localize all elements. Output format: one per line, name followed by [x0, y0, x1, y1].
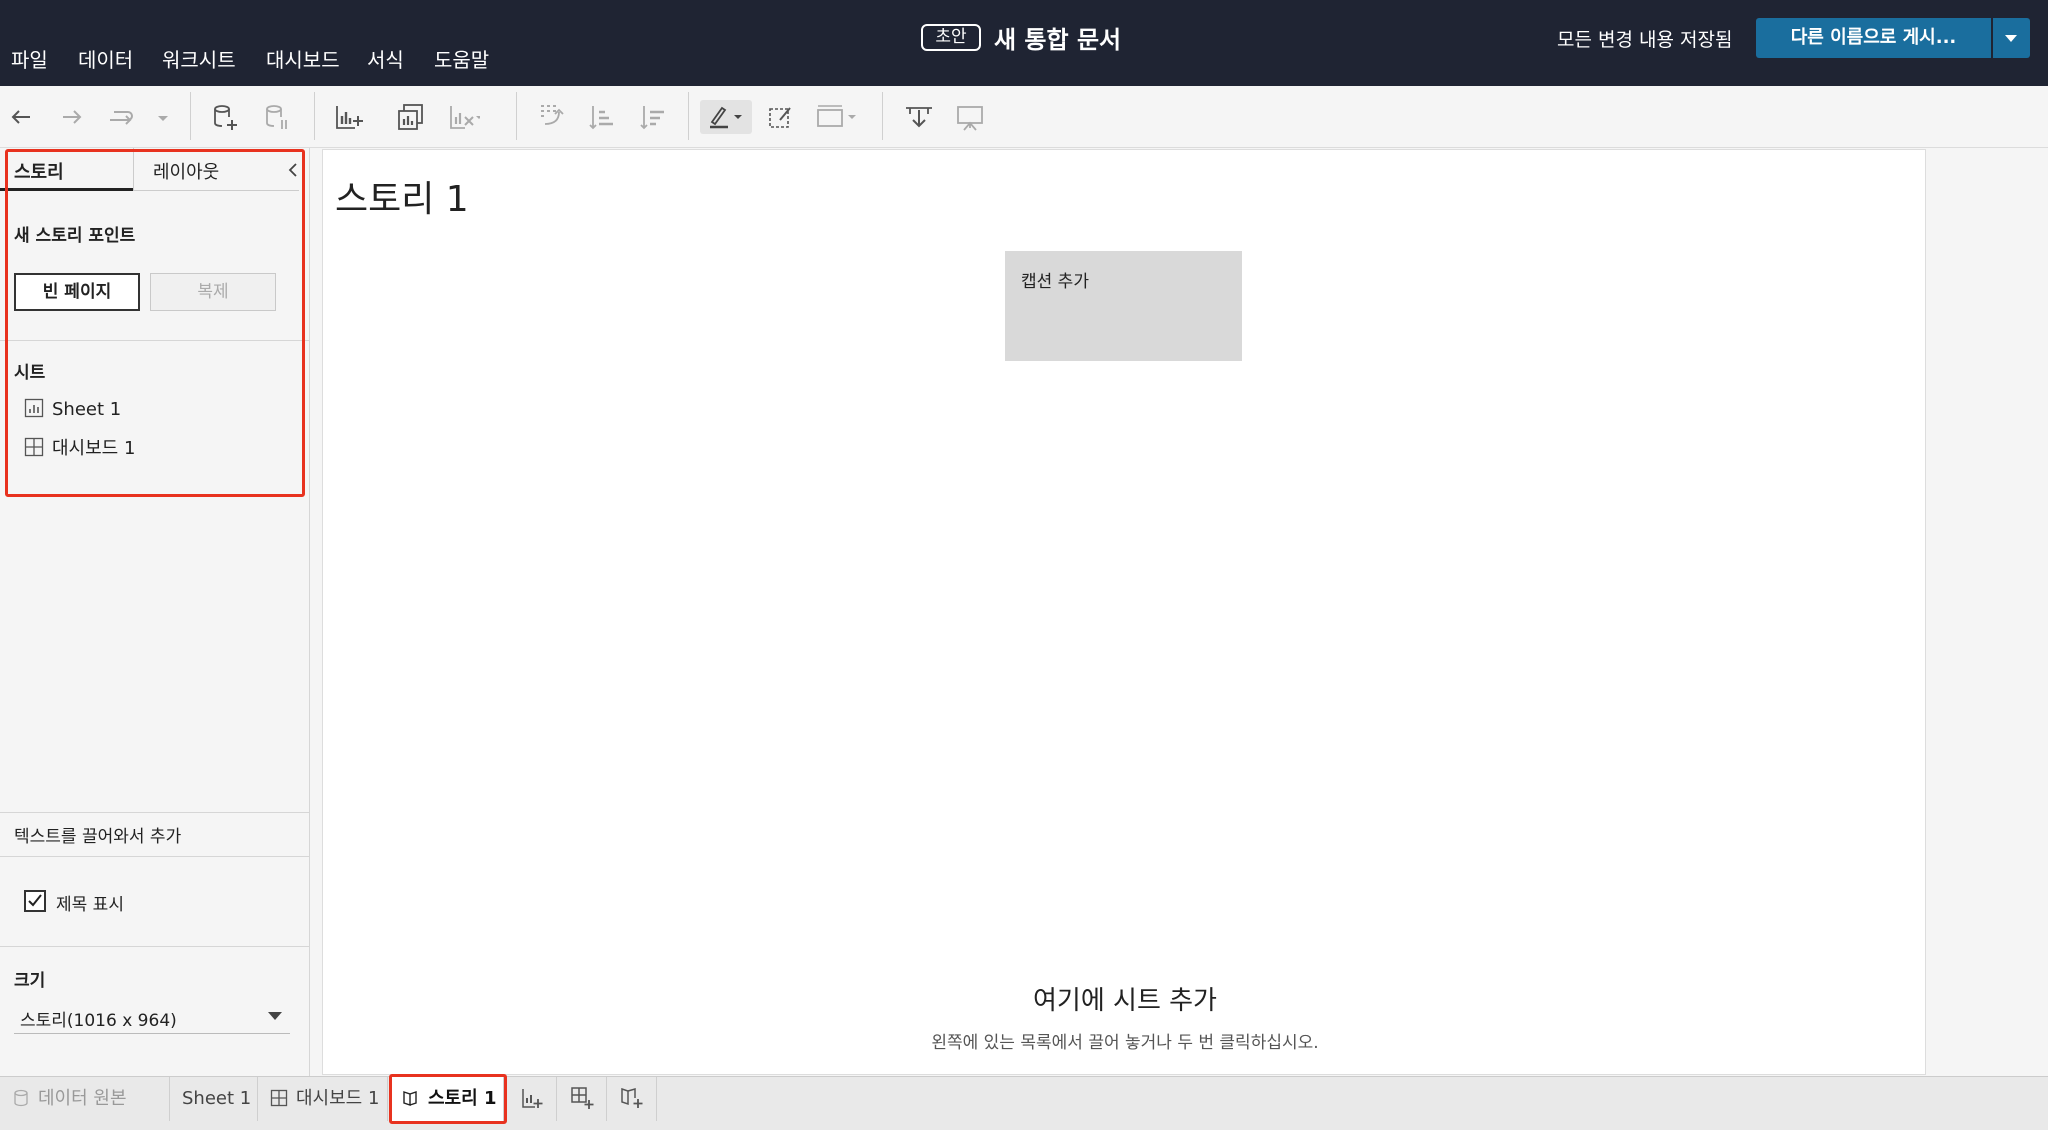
menu-worksheet[interactable]: 워크시트 — [162, 44, 236, 73]
duplicate-sheet-icon[interactable] — [394, 100, 428, 134]
clear-sheet-icon[interactable] — [446, 100, 482, 134]
document-title[interactable]: 새 통합 문서 — [994, 20, 1121, 55]
replay-dropdown-icon[interactable] — [146, 100, 168, 134]
section-divider — [0, 812, 309, 813]
add-sheet-title: 여기에 시트 추가 — [1033, 986, 1217, 1016]
section-divider — [0, 856, 309, 857]
new-story-icon — [620, 1087, 642, 1108]
sheet-tabs-bar: 데이터 원본 Sheet 1 대시보드 1 스토리 1 — [0, 1074, 2048, 1130]
download-icon[interactable] — [902, 100, 936, 134]
database-icon — [12, 1080, 30, 1107]
highlight-box — [389, 1074, 507, 1124]
chevron-down-icon — [268, 1012, 282, 1020]
new-data-source-icon[interactable] — [208, 100, 242, 134]
publish-as-button[interactable]: 다른 이름으로 게시... — [1756, 18, 1991, 58]
draft-badge: 초안 — [921, 24, 981, 51]
pause-data-icon[interactable] — [260, 100, 294, 134]
menu-file[interactable]: 파일 — [11, 44, 48, 73]
new-worksheet-tab-button[interactable] — [507, 1077, 557, 1121]
caption-box[interactable]: 캡션 추가 — [1005, 251, 1242, 361]
tab-dashboard-1[interactable]: 대시보드 1 — [258, 1077, 388, 1121]
story-size-value: 스토리(1016 x 964) — [20, 1011, 177, 1031]
tab-data-source[interactable]: 데이터 원본 — [0, 1077, 170, 1121]
redo-icon[interactable] — [55, 100, 89, 134]
presentation-mode-icon[interactable] — [952, 100, 986, 134]
new-dashboard-icon — [570, 1087, 593, 1109]
new-story-tab-button[interactable] — [607, 1077, 657, 1121]
tab-data-source-label: 데이터 원본 — [38, 1088, 127, 1109]
menu-help[interactable]: 도움말 — [434, 44, 489, 73]
story-canvas: 스토리 1 캡션 추가 여기에 시트 추가 왼쪽에 있는 목록에서 끌어 놓거나… — [322, 149, 1926, 1075]
toolbar-divider — [516, 92, 517, 140]
add-sheet-hint: 왼쪽에 있는 목록에서 끌어 놓거나 두 번 클릭하십시오. — [931, 1033, 1319, 1053]
highlight-icon[interactable] — [700, 100, 752, 134]
toolbar-divider — [882, 92, 883, 140]
section-divider — [0, 946, 309, 947]
replay-icon[interactable] — [104, 100, 138, 134]
tab-dashboard-1-label: 대시보드 1 — [296, 1088, 380, 1109]
sort-ascending-icon[interactable] — [585, 100, 619, 134]
dashboard-icon — [270, 1080, 288, 1107]
toolbar — [0, 86, 2048, 148]
story-size-dropdown[interactable]: 스토리(1016 x 964) — [14, 1004, 290, 1034]
story-title[interactable]: 스토리 1 — [335, 170, 469, 222]
menu-format[interactable]: 서식 — [367, 44, 404, 73]
story-side-panel: 스토리 레이아웃 새 스토리 포인트 빈 페이지 복제 시트 Sheet 1 대… — [0, 148, 310, 1076]
caption-text: 캡션 추가 — [1021, 272, 1089, 292]
saved-status: 모든 변경 내용 저장됨 — [1557, 29, 1733, 51]
new-dashboard-tab-button[interactable] — [557, 1077, 607, 1121]
swap-rows-columns-icon[interactable] — [535, 100, 569, 134]
drag-text-item[interactable]: 텍스트를 끌어와서 추가 — [14, 822, 181, 847]
tab-sheet-1-label: Sheet 1 — [182, 1088, 252, 1109]
size-label: 크기 — [14, 971, 46, 991]
new-worksheet-icon — [521, 1089, 542, 1108]
sort-descending-icon[interactable] — [636, 100, 670, 134]
undo-icon[interactable] — [4, 100, 38, 134]
menu-data[interactable]: 데이터 — [78, 44, 133, 73]
toolbar-divider — [688, 92, 689, 140]
menu-dashboard[interactable]: 대시보드 — [266, 44, 340, 73]
new-worksheet-icon[interactable] — [332, 100, 366, 134]
tab-sheet-1[interactable]: Sheet 1 — [170, 1077, 258, 1121]
title-bar: 파일 데이터 워크시트 대시보드 서식 도움말 초안 새 통합 문서 모든 변경… — [0, 0, 2048, 86]
highlight-box — [5, 149, 305, 497]
show-title-checkbox[interactable] — [24, 890, 46, 912]
toolbar-divider — [314, 92, 315, 140]
publish-dropdown-icon[interactable] — [1993, 18, 2030, 58]
toolbar-divider — [190, 92, 191, 140]
show-title-label: 제목 표시 — [56, 895, 124, 915]
fit-view-icon[interactable] — [814, 100, 864, 134]
group-members-icon[interactable] — [764, 100, 798, 134]
